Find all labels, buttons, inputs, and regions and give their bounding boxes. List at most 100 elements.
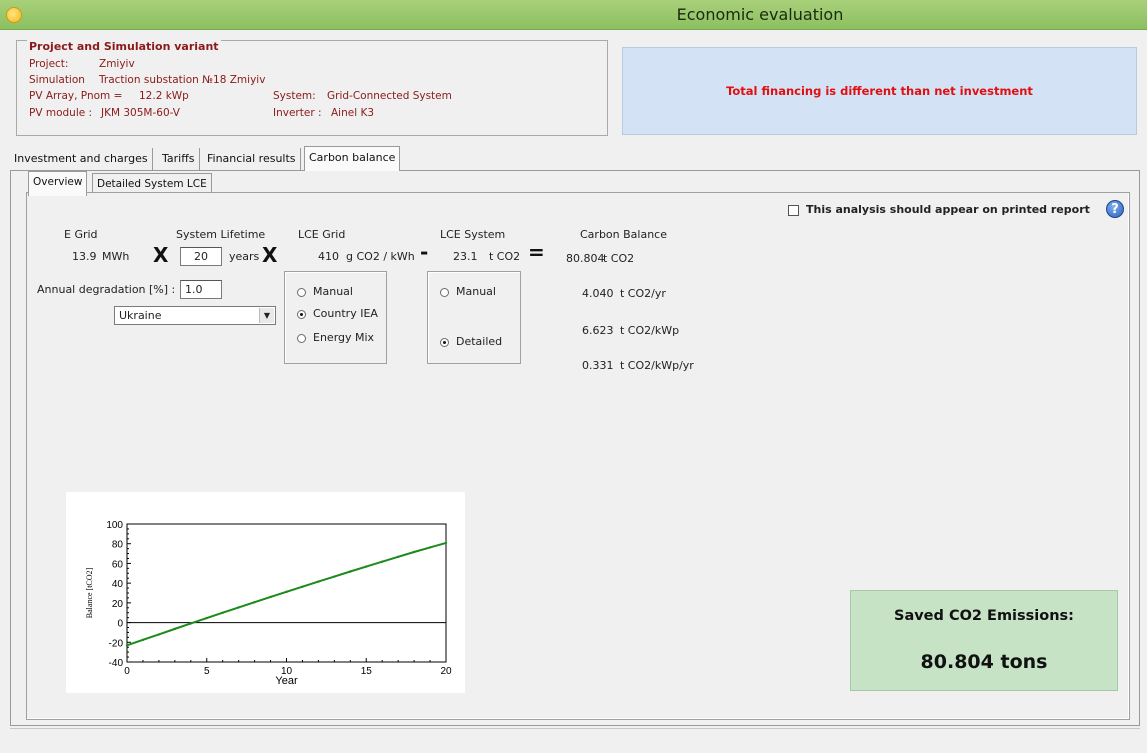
lce-system-value: 23.1 xyxy=(453,250,478,263)
inverter-label: Inverter : xyxy=(273,107,322,119)
chart-data-point xyxy=(173,627,177,631)
chart-data-point xyxy=(444,541,448,545)
chart-data-point xyxy=(349,570,352,573)
tab-financial-results[interactable]: Financial results xyxy=(203,148,301,170)
chart-data-point xyxy=(317,580,320,583)
project-panel-legend: Project and Simulation variant xyxy=(27,40,221,53)
project-info-panel: Project and Simulation variant Project: … xyxy=(16,40,608,136)
carbon-balance-chart-svg: 100806040200-20-400 5 10 15 20YearBalance [t… xyxy=(85,520,452,687)
lifetime-label: System Lifetime xyxy=(176,228,266,241)
x-tick-label: 5 xyxy=(204,666,210,677)
bottom-separator xyxy=(10,728,1140,729)
chart-data-point xyxy=(269,595,272,599)
chart-data-point xyxy=(221,611,224,614)
y-tick-label: 40 xyxy=(112,579,124,590)
chart-data-point xyxy=(205,616,208,620)
lce-grid-label: LCE Grid xyxy=(298,228,346,241)
lce-system-manual-radio[interactable] xyxy=(440,288,449,297)
multiply-sign-1: X xyxy=(153,243,169,267)
chart-y-axis-label: Balance [tCO2] xyxy=(85,567,94,618)
lce-system-option-label: Detailed xyxy=(456,335,503,348)
tab-investment-and-charges[interactable]: Investment and charges xyxy=(10,148,153,170)
lce-system-unit: t CO2 xyxy=(489,250,521,263)
print-report-label: This analysis should appear on printed r… xyxy=(806,203,1090,216)
lce-grid-manual-radio[interactable] xyxy=(297,288,306,297)
y-tick-label: -40 xyxy=(109,658,124,669)
saved-emissions-value: 80.804 tons xyxy=(920,651,1048,673)
carbon-value: 80.804 xyxy=(566,252,605,265)
lce-grid-value: 410 xyxy=(318,250,339,263)
saved-emissions-title: Saved CO2 Emissions: xyxy=(894,608,1074,624)
lce-grid-country-iea-radio[interactable] xyxy=(297,310,306,319)
lce-grid-energy-mix-radio[interactable] xyxy=(297,334,306,343)
pv-array-value: 12.2 kWp xyxy=(139,90,189,102)
minus-sign: - xyxy=(420,240,429,264)
chart-data-point xyxy=(141,638,145,642)
lce-system-detailed-radio[interactable] xyxy=(440,338,449,347)
tab-tariffs[interactable]: Tariffs xyxy=(158,148,200,170)
degradation-label: Annual degradation [%] : xyxy=(37,283,176,296)
lce-system-radio-group: Manual Detailed xyxy=(427,271,521,364)
chart-data-point xyxy=(381,560,384,563)
tab-overview[interactable]: Overview xyxy=(28,171,88,196)
carbon-balance-chart: 100 80 60 40 20 0 -20 -40 0 5 10 15 20 Year Balance [t… xyxy=(66,492,465,693)
financing-warning-text: Total financing is different than net in… xyxy=(726,84,1033,98)
carbon-value: 6.623 xyxy=(582,324,614,337)
chart-data-point xyxy=(157,633,161,636)
carbon-unit: t CO2/kWp/yr xyxy=(620,359,694,372)
country-select-value: Ukraine xyxy=(119,309,162,322)
lce-system-label: LCE System xyxy=(440,228,506,241)
pv-array-label: PV Array, Pnom = xyxy=(29,90,123,102)
project-value: Zmiyiv xyxy=(99,58,135,70)
y-tick-label: 100 xyxy=(106,520,123,531)
egrid-unit: MWh xyxy=(102,250,130,263)
lifetime-unit: years xyxy=(229,250,260,263)
chart-data-point xyxy=(285,590,288,594)
x-tick-label: 0 xyxy=(124,666,130,677)
chart-data-point xyxy=(365,565,368,568)
window-title: Economic evaluation xyxy=(676,5,844,24)
y-tick-label: 80 xyxy=(112,540,124,551)
project-label: Project: xyxy=(29,58,69,70)
lifetime-input[interactable]: 20 xyxy=(180,247,222,266)
lce-grid-unit: g CO2 / kWh xyxy=(346,250,415,263)
y-tick-label: 60 xyxy=(112,559,124,570)
chart-data-point xyxy=(412,550,416,554)
lce-grid-option-label: Manual xyxy=(313,285,353,298)
y-tick-label: -20 xyxy=(109,638,124,649)
saved-emissions-panel: Saved CO2 Emissions: 80.804 tons xyxy=(850,590,1118,691)
chart-data-point xyxy=(253,600,256,604)
carbon-unit: t CO2/kWp xyxy=(620,324,680,337)
egrid-value: 13.9 xyxy=(72,250,97,263)
tab-carbon-balance[interactable]: Carbon balance xyxy=(304,146,401,171)
simulation-value: Traction substation №18 Zmiyiv xyxy=(99,74,266,86)
carbon-value: 4.040 xyxy=(582,287,614,300)
y-tick-label: 0 xyxy=(117,619,123,630)
chart-data-point xyxy=(301,585,304,588)
lce-grid-option-label: Country IEA xyxy=(313,307,378,320)
country-select[interactable]: Ukraine ▼ xyxy=(114,306,276,325)
pv-module-label: PV module : xyxy=(29,107,93,119)
chart-data-point xyxy=(396,555,400,559)
title-bar: Economic evaluation xyxy=(0,0,1147,30)
degradation-input[interactable]: 1.0 xyxy=(180,280,222,299)
tab-detailed-system-lce[interactable]: Detailed System LCE xyxy=(92,173,212,193)
carbon-unit: t CO2/yr xyxy=(620,287,666,300)
carbon-value: 0.331 xyxy=(582,359,614,372)
multiply-sign-2: X xyxy=(262,243,278,267)
egrid-label: E Grid xyxy=(64,228,98,241)
system-value: Grid-Connected System xyxy=(327,90,452,102)
print-report-checkbox[interactable] xyxy=(788,205,799,216)
inverter-value: Ainel K3 xyxy=(331,107,375,119)
app-icon xyxy=(6,7,22,23)
chart-x-axis-label: Year xyxy=(275,675,298,687)
equals-sign: = xyxy=(528,240,545,264)
x-tick-label: 20 xyxy=(440,666,452,677)
chart-data-point xyxy=(428,546,432,549)
pv-module-value: JKM 305M-60-V xyxy=(101,107,180,119)
chevron-down-icon: ▼ xyxy=(259,308,274,323)
chart-data-point xyxy=(189,622,192,625)
carbon-unit: t CO2 xyxy=(603,252,635,265)
y-tick-label: 20 xyxy=(112,599,124,610)
help-icon[interactable]: ? xyxy=(1106,200,1124,218)
